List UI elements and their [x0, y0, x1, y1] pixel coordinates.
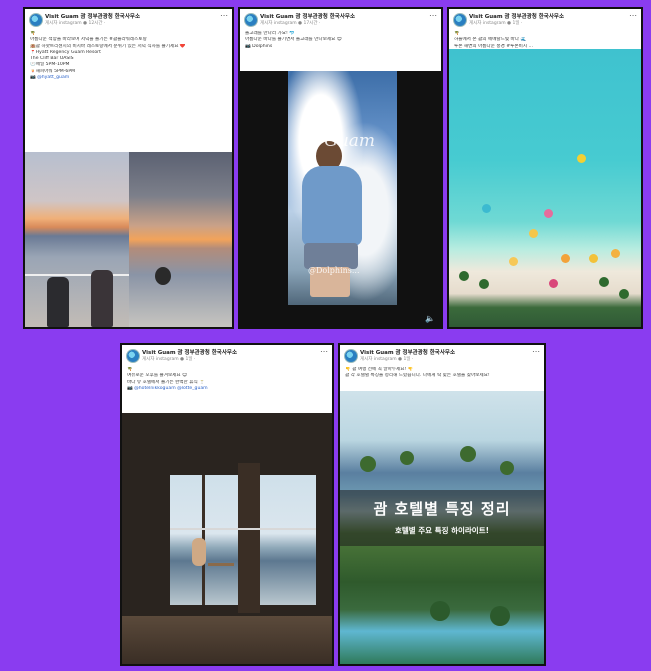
post-meta: 게시자 instagram ● 17시간 · [260, 21, 321, 26]
page-avatar[interactable] [126, 349, 140, 363]
post-meta: 게시자 instagram ● 1일 · [142, 357, 196, 362]
video-watermark-bottom: @Dolphins... [308, 266, 360, 275]
more-options-icon[interactable]: ⋯ [532, 348, 540, 356]
page-name[interactable]: Visit Guam 괌 정부관광청 한국사무소 [469, 12, 564, 20]
post-card-5[interactable]: Visit Guam 괌 정부관광청 한국사무소 게시자 instagram ●… [338, 343, 546, 666]
banner-subtitle: 호텔별 주요 특징 하이라이트! [394, 526, 490, 535]
post-line: 괌 각 호텔별 특징을 정리해 드렸습니다. 나에게 딱 맞는 호텔을 찾아보세… [345, 373, 490, 379]
post-link[interactable]: 📷 @hotelnikkoguam @lotte_guam [127, 386, 327, 392]
page-name[interactable]: Visit Guam 괌 정부관광청 한국사무소 [142, 348, 237, 356]
post-text: 🌴 하늘에서 본 괌의 에메랄드빛 바다 🌊 투몬 해변의 아름다운 풍경 #투… [449, 31, 641, 50]
post-card-3[interactable]: Visit Guam 괌 정부관광청 한국사무소 게시자 instagram ●… [447, 7, 643, 329]
post-meta: 게시자 instagram ● 1일 · [469, 21, 523, 26]
more-options-icon[interactable]: ⋯ [629, 12, 637, 20]
post-meta: 게시자 instagram ● 12시간 · [45, 21, 106, 26]
page-avatar[interactable] [29, 13, 43, 27]
more-options-icon[interactable]: ⋯ [429, 12, 437, 20]
post-text: 🌴 여유로운 오후를 즐겨보세요 😊 바다 뷰 호텔에서 즐기는 완벽한 휴식 … [122, 367, 332, 392]
hotel-room-photo[interactable] [122, 413, 332, 664]
promo-banner: 괌 호텔별 특징 정리 호텔별 주요 특징 하이라이트! [340, 490, 544, 546]
post-card-4[interactable]: Visit Guam 괌 정부관광청 한국사무소 게시자 instagram ●… [120, 343, 334, 666]
post-video[interactable]: #Guam @Dolphins... 🔈 [240, 71, 441, 327]
page-avatar[interactable] [244, 13, 258, 27]
more-options-icon[interactable]: ⋯ [220, 12, 228, 20]
post-header: Visit Guam 괌 정부관광청 한국사무소 게시자 instagram ●… [122, 345, 332, 367]
post-header: Visit Guam 괌 정부관광청 한국사무소 게시자 instagram ●… [240, 9, 441, 31]
banner-title: 괌 호텔별 특징 정리 [373, 500, 511, 518]
post-header: Visit Guam 괌 정부관광청 한국사무소 게시자 instagram ●… [449, 9, 641, 31]
page-avatar[interactable] [453, 13, 467, 27]
post-text: 🌴 아름다운 석양을 바라보며 저녁을 즐기는 #괌플라워레스토랑 🏨괌 하얏트… [25, 31, 232, 81]
post-text: 👇 괌 여행 전에 꼭 알아두세요! 👇 괌 각 호텔별 특징을 정리해 드렸습… [340, 367, 544, 380]
post-text: 돌고래를 만나러 가요! 🐬 아름다운 바다를 즐기면서 돌고래를 만나보세요 … [240, 31, 441, 50]
post-header: Visit Guam 괌 정부관광청 한국사무소 게시자 instagram ●… [25, 9, 232, 31]
sunset-photo-right[interactable] [128, 152, 232, 327]
post-meta: 게시자 instagram ● 1일 · [360, 357, 414, 362]
post-card-1[interactable]: Visit Guam 괌 정부관광청 한국사무소 게시자 instagram ●… [23, 7, 234, 329]
aerial-beach-photo[interactable] [449, 49, 641, 327]
post-link[interactable]: 📷 @hyatt_guam [30, 75, 227, 81]
volume-icon[interactable]: 🔈 [425, 314, 435, 323]
post-card-2[interactable]: Visit Guam 괌 정부관광청 한국사무소 게시자 instagram ●… [238, 7, 443, 329]
video-watermark-top: #Guam [310, 131, 376, 151]
more-options-icon[interactable]: ⋯ [320, 348, 328, 356]
page-name[interactable]: Visit Guam 괌 정부관광청 한국사무소 [260, 12, 355, 20]
page-avatar[interactable] [344, 349, 358, 363]
page-name[interactable]: Visit Guam 괌 정부관광청 한국사무소 [360, 348, 455, 356]
page-name[interactable]: Visit Guam 괌 정부관광청 한국사무소 [45, 12, 140, 20]
post-line: 📷 Dolphins [245, 43, 273, 49]
post-header: Visit Guam 괌 정부관광청 한국사무소 게시자 instagram ●… [340, 345, 544, 367]
post-media[interactable] [25, 152, 232, 327]
